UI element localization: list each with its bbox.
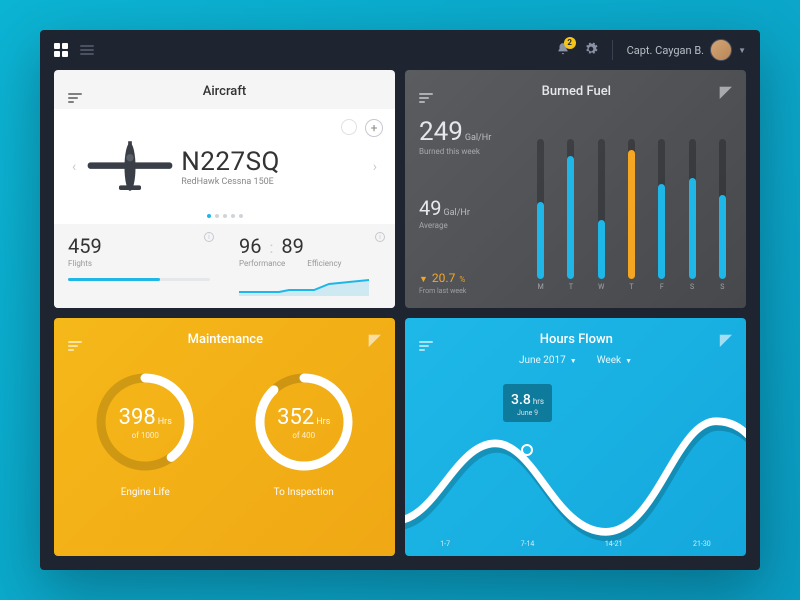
filter-icon[interactable] (419, 328, 433, 351)
efficiency-sparkline (239, 278, 369, 296)
aircraft-registration: N227SQ (181, 147, 367, 177)
fuel-bar: S (713, 139, 732, 291)
range-picker[interactable]: Week▼ (597, 355, 632, 366)
gear-icon[interactable] (584, 41, 598, 60)
list-view-icon[interactable] (80, 45, 94, 55)
fuel-bar: S (682, 139, 701, 291)
divider (612, 40, 613, 60)
card-fuel: Burned Fuel ◤ 249Gal/Hr Burned this week… (405, 70, 746, 308)
fuel-bar-chart: MTWTFSS (531, 113, 732, 305)
dashboard: 2 Capt. Caygan B. ▼ Aircraft + (40, 30, 760, 570)
fuel-burned-stat: 249Gal/Hr Burned this week (419, 119, 519, 156)
expand-icon[interactable]: ◤ (720, 330, 732, 349)
chart-tooltip: 3.8hrs June 9 (503, 384, 552, 422)
fuel-bar: F (652, 139, 671, 291)
chart-marker (521, 444, 533, 456)
axis-label: 1-7 (440, 540, 450, 548)
expand-icon[interactable]: ◤ (369, 330, 381, 349)
fuel-bar: T (561, 139, 580, 291)
down-arrow-icon: ▼ (419, 274, 428, 285)
card-title: Aircraft (203, 84, 247, 99)
chevron-down-icon: ▼ (570, 357, 577, 365)
expand-icon[interactable]: ◤ (720, 82, 732, 101)
axis-label: 14-21 (605, 540, 623, 548)
aircraft-carousel: + ‹ N227SQ RedHawk Cessna 150E › (54, 109, 395, 224)
fuel-bar: W (592, 139, 611, 291)
airplane-icon (82, 132, 177, 202)
fuel-bar: M (531, 139, 550, 291)
avatar (710, 39, 732, 61)
info-icon[interactable]: i (204, 232, 214, 242)
card-hours: Hours Flown ◤ June 2017▼ Week▼ 3.8hrs Ju… (405, 318, 746, 556)
fuel-delta-stat: ▼20.7% From last week (419, 271, 519, 295)
chevron-down-icon: ▼ (738, 46, 746, 55)
card-grid: Aircraft + ‹ N227SQ RedHawk Cessna 150E … (40, 70, 760, 570)
filter-icon[interactable] (68, 328, 82, 351)
card-maintenance: Maintenance ◤ 398Hrsof 1000 Engine Life … (54, 318, 395, 556)
aircraft-model: RedHawk Cessna 150E (181, 177, 367, 187)
hours-line-chart: 3.8hrs June 9 1-7 7-14 14-21 21-30 (405, 366, 746, 554)
chevron-down-icon: ▼ (625, 357, 632, 365)
topbar: 2 Capt. Caygan B. ▼ (40, 30, 760, 70)
user-menu[interactable]: Capt. Caygan B. ▼ (627, 39, 746, 61)
next-arrow-icon[interactable]: › (367, 153, 383, 181)
inspection-gauge: 352Hrsof 400 To Inspection (249, 367, 359, 556)
axis-label: 7-14 (521, 540, 535, 548)
x-axis: 1-7 7-14 14-21 21-30 (405, 540, 746, 548)
fuel-avg-stat: 49Gal/Hr Average (419, 198, 519, 230)
add-aircraft-button[interactable]: + (365, 119, 383, 137)
info-icon[interactable]: i (375, 232, 385, 242)
user-name: Capt. Caygan B. (627, 44, 704, 57)
filter-icon[interactable] (419, 80, 433, 103)
bell-icon[interactable]: 2 (556, 41, 570, 60)
carousel-dots[interactable] (207, 214, 243, 218)
flights-stat: i 459 Flights (54, 224, 224, 308)
perf-eff-stat: i 96 : 89 Performance Efficiency (225, 224, 395, 308)
marker-icon (341, 119, 357, 135)
card-title: Hours Flown (540, 332, 613, 347)
filter-icon[interactable] (68, 80, 82, 103)
grid-view-icon[interactable] (54, 43, 68, 57)
period-picker[interactable]: June 2017▼ (519, 355, 577, 366)
engine-life-gauge: 398Hrsof 1000 Engine Life (90, 367, 200, 556)
card-title: Burned Fuel (542, 84, 611, 99)
fuel-bar: T (622, 139, 641, 291)
axis-label: 21-30 (693, 540, 711, 548)
card-title: Maintenance (188, 332, 263, 347)
card-aircraft: Aircraft + ‹ N227SQ RedHawk Cessna 150E … (54, 70, 395, 308)
prev-arrow-icon[interactable]: ‹ (66, 153, 82, 181)
notification-badge: 2 (564, 37, 576, 49)
